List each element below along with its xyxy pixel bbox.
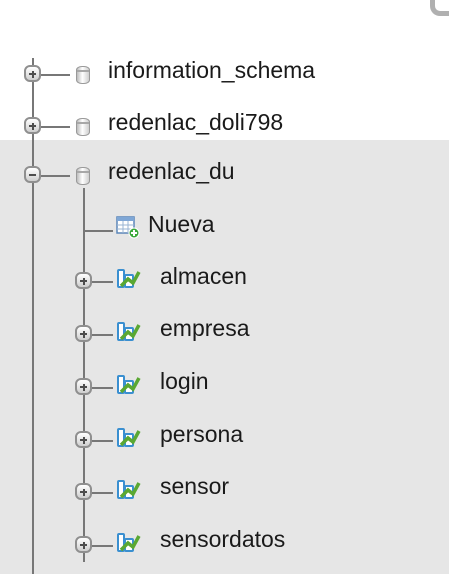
database-icon [76, 167, 90, 185]
expand-icon[interactable] [75, 483, 92, 500]
table-item-login[interactable]: login [160, 367, 209, 395]
new-table-link[interactable]: Nueva [148, 210, 214, 238]
expand-icon[interactable] [75, 272, 92, 289]
table-item-empresa[interactable]: empresa [160, 314, 249, 342]
table-icon [117, 321, 141, 343]
tree-line [40, 74, 70, 76]
expand-icon[interactable] [24, 117, 41, 134]
table-icon [117, 479, 141, 501]
table-item-persona[interactable]: persona [160, 420, 243, 448]
tree-line [91, 281, 113, 283]
tree-line [91, 440, 113, 442]
tree-line [40, 175, 70, 177]
tree-line [32, 58, 34, 574]
database-icon [76, 118, 90, 136]
tree-line [91, 545, 113, 547]
table-item-sensordatos[interactable]: sensordatos [160, 525, 285, 553]
expand-icon[interactable] [24, 65, 41, 82]
tree-line [91, 492, 113, 494]
tree-line [40, 126, 70, 128]
tree-line [83, 188, 85, 562]
table-icon [117, 268, 141, 290]
expand-icon[interactable] [75, 325, 92, 342]
table-icon [117, 374, 141, 396]
database-item-redenlac-du[interactable]: redenlac_du [108, 157, 235, 185]
table-item-almacen[interactable]: almacen [160, 262, 247, 290]
table-icon [117, 427, 141, 449]
expand-icon[interactable] [75, 536, 92, 553]
tree-line [91, 387, 113, 389]
scroll-corner-icon [430, 0, 449, 16]
table-icon [117, 532, 141, 554]
navigation-tree: information_schema redenlac_doli798 rede… [0, 0, 449, 574]
tree-line [91, 334, 113, 336]
expand-icon[interactable] [75, 378, 92, 395]
tree-line [83, 230, 113, 232]
expand-icon[interactable] [75, 431, 92, 448]
collapse-icon[interactable] [24, 166, 41, 183]
new-table-icon [116, 215, 140, 239]
database-item-information-schema[interactable]: information_schema [108, 56, 315, 84]
database-item-redenlac-doli798[interactable]: redenlac_doli798 [108, 108, 283, 136]
database-icon [76, 66, 90, 84]
selected-database-highlight [0, 140, 449, 574]
table-item-sensor[interactable]: sensor [160, 472, 229, 500]
